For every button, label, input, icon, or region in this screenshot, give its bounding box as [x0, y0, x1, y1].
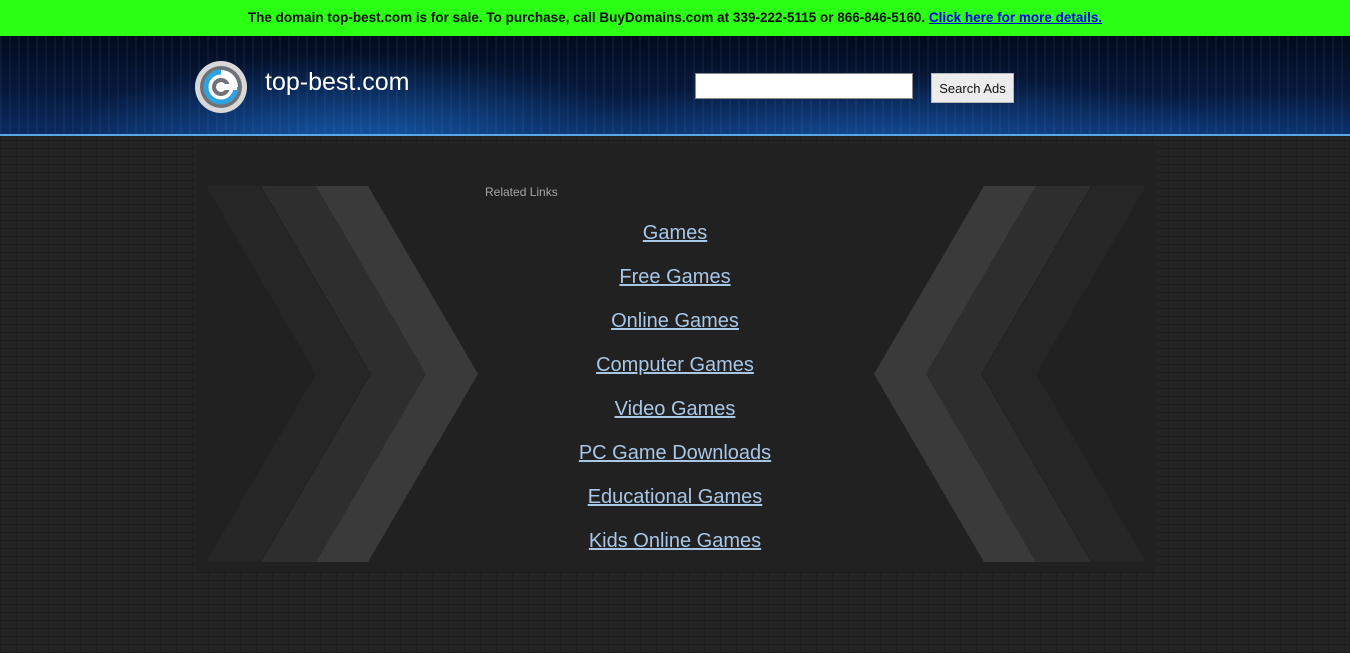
related-link-free-games[interactable]: Free Games — [619, 266, 730, 288]
circular-logo-icon — [195, 61, 247, 113]
related-links-heading: Related Links — [485, 185, 558, 199]
related-link-computer-games[interactable]: Computer Games — [596, 354, 754, 376]
list-item: Kids Online Games — [475, 528, 875, 572]
related-link-educational-games[interactable]: Educational Games — [588, 486, 763, 508]
search-input[interactable] — [695, 73, 913, 99]
left-chevrons-decoration — [206, 186, 478, 562]
search-ads-button[interactable]: Search Ads — [931, 73, 1014, 103]
right-chevrons-decoration — [874, 186, 1146, 562]
list-item: Games — [475, 220, 875, 264]
site-name: top-best.com — [265, 68, 410, 96]
site-header: top-best.com Search Ads — [0, 36, 1350, 136]
related-links-list: Games Free Games Online Games Computer G… — [475, 220, 875, 572]
more-details-link[interactable]: Click here for more details. — [929, 10, 1102, 25]
related-link-online-games[interactable]: Online Games — [611, 310, 739, 332]
list-item: Computer Games — [475, 352, 875, 396]
related-link-pc-game-downloads[interactable]: PC Game Downloads — [579, 442, 771, 464]
list-item: Free Games — [475, 264, 875, 308]
list-item: Online Games — [475, 308, 875, 352]
list-item: Video Games — [475, 396, 875, 440]
list-item: Educational Games — [475, 484, 875, 528]
sale-message: The domain top-best.com is for sale. To … — [247, 10, 926, 25]
related-link-video-games[interactable]: Video Games — [615, 398, 736, 420]
domain-sale-banner: The domain top-best.com is for sale. To … — [0, 0, 1350, 36]
related-link-kids-online-games[interactable]: Kids Online Games — [589, 530, 761, 552]
list-item: PC Game Downloads — [475, 440, 875, 484]
related-link-games[interactable]: Games — [643, 222, 707, 244]
